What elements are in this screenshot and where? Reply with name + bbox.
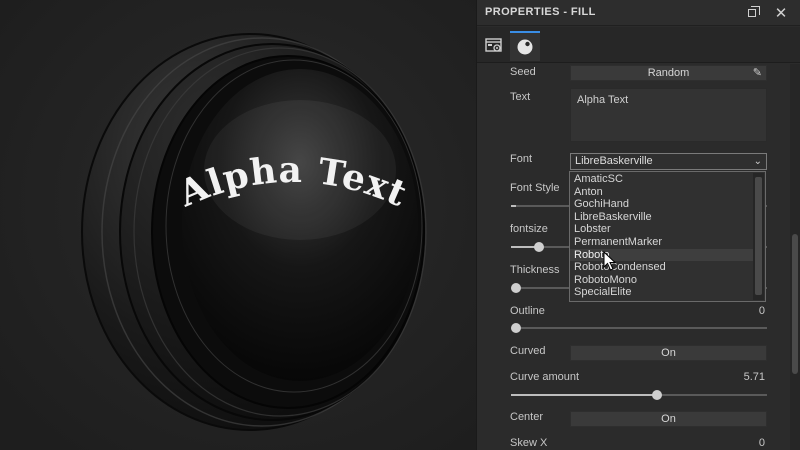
panel-title: PROPERTIES - FILL — [485, 6, 596, 18]
center-label: Center — [510, 411, 544, 423]
panel-scrollbar-thumb[interactable] — [792, 234, 798, 374]
curve-amount-label: Curve amount — [510, 371, 580, 383]
font-option-anton[interactable]: Anton — [570, 186, 753, 199]
thickness-label: Thickness — [510, 264, 560, 276]
text-input[interactable]: Alpha Text — [570, 88, 767, 142]
panel-scrollbar[interactable] — [790, 64, 800, 450]
curve-amount-slider-thumb[interactable] — [651, 390, 662, 400]
font-option-robotocondensed[interactable]: RobotoCondensed — [570, 261, 753, 274]
thickness-slider-thumb[interactable] — [511, 283, 521, 293]
font-option-amaticsc[interactable]: AmaticSC — [570, 173, 753, 186]
curve-amount-value: 5.71 — [743, 371, 765, 383]
tab-scene-settings[interactable] — [479, 31, 509, 61]
font-option-robotomono[interactable]: RobotoMono — [570, 274, 753, 287]
outline-slider-thumb[interactable] — [511, 323, 521, 333]
font-list-scrollbar-thumb[interactable] — [755, 177, 762, 295]
scene-settings-icon — [485, 38, 502, 52]
font-option-gochihand[interactable]: GochiHand — [570, 198, 753, 211]
font-select-value: LibreBaskerville — [575, 155, 653, 167]
tab-material[interactable] — [510, 31, 540, 61]
curved-label: Curved — [510, 345, 546, 357]
fontsize-slider-thumb[interactable] — [534, 242, 545, 252]
button-preview-render: Alpha Text — [0, 0, 476, 450]
curved-toggle[interactable]: On — [570, 345, 767, 361]
font-option-permanentmarker[interactable]: PermanentMarker — [570, 236, 753, 249]
outline-label: Outline — [510, 305, 545, 317]
skew-x-label: Skew X — [510, 437, 548, 449]
seed-random-button[interactable]: Random ✎ — [570, 65, 767, 81]
font-dropdown-list: AmaticSC Anton GochiHand LibreBaskervill… — [569, 171, 766, 302]
pencil-icon[interactable]: ✎ — [753, 66, 762, 80]
restore-window-icon — [748, 6, 760, 17]
font-option-roboto[interactable]: Roboto — [570, 248, 753, 262]
font-list-scrollbar[interactable] — [753, 173, 764, 300]
skew-x-value: 0 — [758, 437, 765, 449]
text-label: Text — [510, 91, 531, 103]
restore-window-button[interactable] — [743, 4, 761, 22]
panel-header: PROPERTIES - FILL ✕ — [477, 0, 800, 26]
3d-viewport[interactable]: Alpha Text — [0, 0, 476, 450]
close-panel-button[interactable]: ✕ — [772, 4, 790, 22]
font-option-librebaskerville[interactable]: LibreBaskerville — [570, 211, 753, 224]
font-option-specialelite[interactable]: SpecialElite — [570, 286, 753, 299]
curve-amount-slider-fill — [511, 394, 657, 396]
font-label: Font — [510, 153, 533, 165]
curve-amount-slider[interactable] — [511, 390, 767, 400]
outline-value: 0 — [758, 305, 765, 317]
fontsize-label: fontsize — [510, 223, 548, 235]
panel-tabs — [477, 27, 800, 63]
close-icon: ✕ — [774, 4, 788, 22]
outline-slider[interactable] — [511, 323, 767, 333]
chevron-down-icon: ⌄ — [753, 156, 762, 167]
font-style-slider-fill — [511, 205, 517, 207]
material-sphere-icon — [517, 39, 533, 55]
font-style-label: Font Style — [510, 182, 560, 194]
font-option-lobster[interactable]: Lobster — [570, 223, 753, 236]
seed-label: Seed — [510, 66, 536, 78]
mouse-pointer-icon — [603, 251, 617, 271]
font-select[interactable]: LibreBaskerville ⌄ — [570, 153, 767, 170]
seed-button-label: Random — [647, 67, 690, 79]
center-toggle[interactable]: On — [570, 411, 767, 427]
